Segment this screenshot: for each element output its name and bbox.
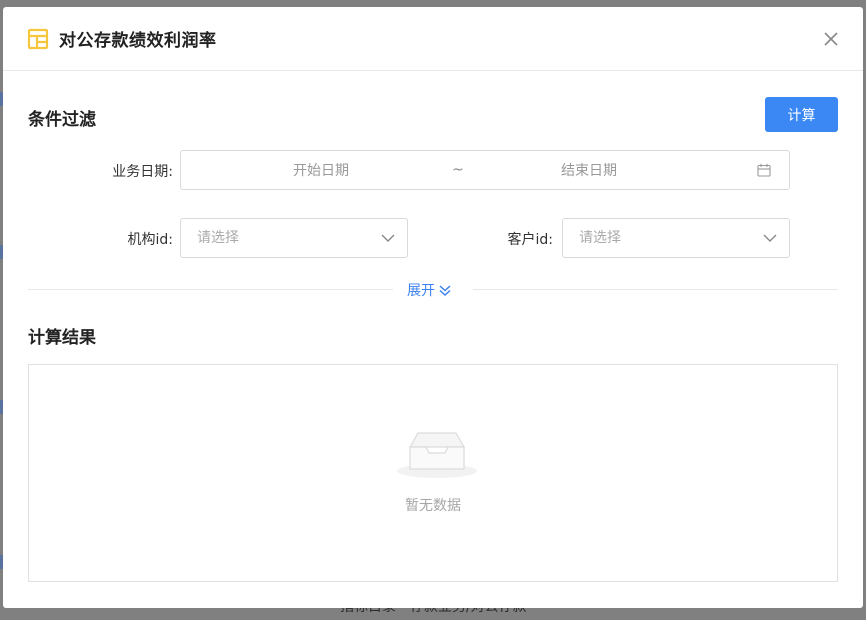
calendar-icon[interactable] [757, 163, 771, 177]
filter-section-title: 条件过滤 [28, 110, 96, 130]
result-panel: 暂无数据 [28, 364, 838, 582]
end-date-input[interactable]: 结束日期 [561, 160, 617, 180]
start-date-input[interactable]: 开始日期 [293, 160, 349, 180]
customer-id-label: 客户id: [507, 232, 554, 248]
org-id-select[interactable]: 请选择 [180, 218, 408, 258]
expand-label: 展开 [407, 283, 435, 299]
divider-left [28, 289, 393, 290]
business-date-range-picker[interactable]: 开始日期 ~ 结束日期 [180, 150, 790, 190]
performance-dialog: 对公存款绩效利润率 条件过滤 计算 业务日期: 开始日期 ~ 结束日期 机构id… [3, 7, 863, 608]
empty-inbox-icon [397, 432, 477, 478]
dialog-header: 对公存款绩效利润率 [3, 7, 863, 71]
customer-id-select[interactable]: 请选择 [562, 218, 790, 258]
divider-right [473, 289, 838, 290]
expand-toggle[interactable]: 展开 [407, 280, 452, 300]
date-range-separator: ~ [452, 162, 464, 178]
close-icon[interactable] [821, 29, 841, 49]
dialog-title: 对公存款绩效利润率 [59, 31, 217, 51]
org-id-label: 机构id: [127, 232, 174, 248]
calculate-button[interactable]: 计算 [765, 97, 838, 132]
business-date-label: 业务日期: [112, 164, 173, 180]
chevron-down-icon [381, 234, 395, 242]
report-icon [27, 28, 49, 49]
customer-id-placeholder: 请选择 [579, 230, 621, 246]
empty-state-text: 暂无数据 [405, 498, 461, 514]
result-section-title: 计算结果 [28, 328, 96, 348]
double-chevron-down-icon [439, 285, 451, 297]
chevron-down-icon [763, 234, 777, 242]
org-id-placeholder: 请选择 [197, 230, 239, 246]
